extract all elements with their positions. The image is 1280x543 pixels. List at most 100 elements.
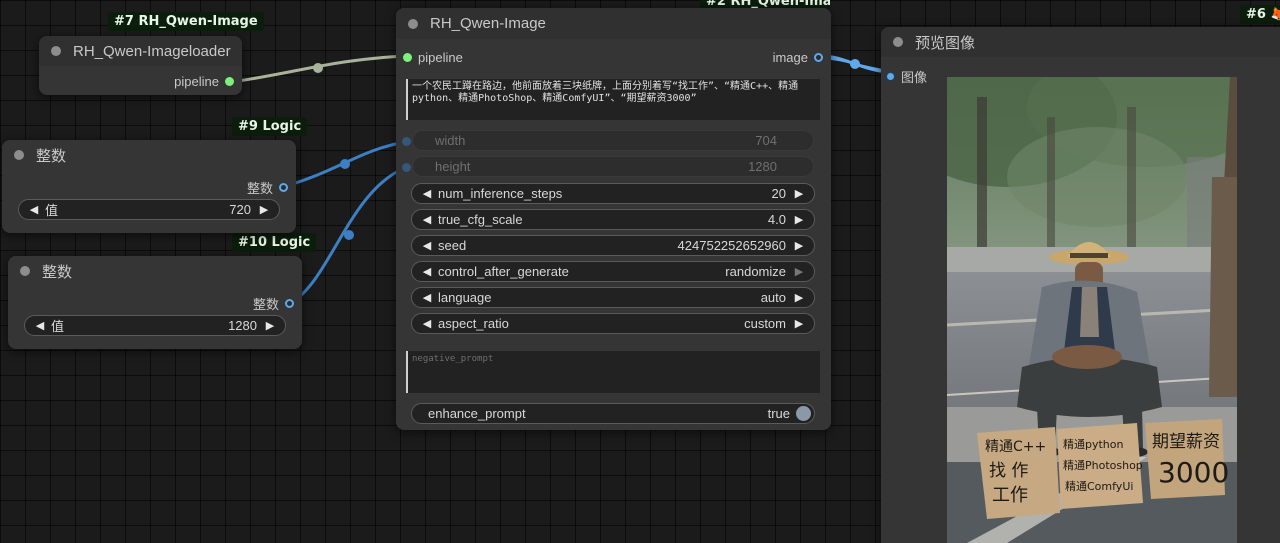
sign-1-line-3: 工作 — [992, 485, 1028, 506]
negative-prompt-textarea[interactable]: negative_prompt — [406, 351, 820, 393]
decrement-arrow-icon[interactable]: ◀ — [420, 187, 434, 200]
sign-2-line-1: 精通python — [1063, 438, 1124, 451]
widget-label: num_inference_steps — [438, 186, 563, 201]
increment-arrow-icon[interactable]: ▶ — [257, 203, 271, 216]
preview-node-title: 预览图像 — [915, 34, 976, 52]
widget-label: control_after_generate — [438, 264, 569, 279]
int-node-1-value-widget[interactable]: ◀ 值 720 ▶ — [18, 199, 280, 220]
decrement-arrow-icon[interactable]: ◀ — [420, 265, 434, 278]
node-badge-imageloader: #7 RH_Qwen-Image — [108, 12, 264, 31]
int-node-1-title: 整数 — [36, 147, 67, 165]
width-link-midpoint — [340, 159, 350, 169]
toggle-knob-icon[interactable] — [796, 406, 811, 421]
width-input-slot-icon[interactable] — [402, 137, 411, 146]
int-node-1[interactable]: 整数 整数 ◀ 值 720 ▶ — [2, 140, 296, 233]
collapse-dot-icon[interactable] — [408, 18, 418, 29]
int-node-2-value-widget[interactable]: ◀ 值 1280 ▶ — [24, 315, 286, 336]
widget-label: 值 — [45, 203, 59, 218]
preview-node-header[interactable]: 预览图像 — [881, 27, 1280, 57]
int-node-1-header[interactable]: 整数 — [2, 140, 296, 170]
decrement-arrow-icon[interactable]: ◀ — [27, 203, 41, 216]
int-node-1-output[interactable]: 整数 — [247, 178, 288, 197]
pipeline-link-midpoint — [313, 63, 323, 73]
increment-arrow-icon[interactable]: ▶ — [792, 265, 806, 278]
decrement-arrow-icon[interactable]: ◀ — [420, 239, 434, 252]
widget-label: seed — [438, 238, 467, 253]
increment-arrow-icon[interactable]: ▶ — [792, 213, 806, 226]
node-badge-int1: #9 Logic — [232, 117, 308, 136]
input-label: pipeline — [418, 50, 463, 65]
node-badge-preview: #6 🦊 — [1240, 5, 1280, 24]
imageloader-node[interactable]: RH_Qwen-Imageloader pipeline — [39, 36, 242, 95]
decrement-arrow-icon[interactable]: ◀ — [420, 213, 434, 226]
height-link-midpoint — [344, 230, 354, 240]
qwen-input-pipeline[interactable]: pipeline — [403, 50, 463, 65]
int-node-2[interactable]: 整数 整数 ◀ 值 1280 ▶ — [8, 256, 302, 349]
qwen-image-node[interactable]: RH_Qwen-Image pipeline image 一个农民工蹲在路边，他… — [396, 8, 831, 430]
preview-image: 精通C++ 找 作 工作 精通python 精通Photoshop 精通Comf… — [947, 77, 1237, 543]
qwen-output-image[interactable]: image — [773, 50, 823, 65]
imageloader-node-header[interactable]: RH_Qwen-Imageloader — [39, 36, 242, 66]
seed-widget[interactable]: ◀ seed 424752252652960 ▶ — [411, 235, 815, 256]
widget-label: true_cfg_scale — [438, 212, 523, 227]
increment-arrow-icon[interactable]: ▶ — [263, 319, 277, 332]
width-widget[interactable]: width 704 — [412, 130, 814, 151]
image-link-midpoint — [850, 59, 860, 69]
output-slot-icon[interactable] — [814, 53, 823, 62]
widget-value: custom — [744, 316, 786, 331]
output-slot-icon[interactable] — [225, 77, 234, 86]
increment-arrow-icon[interactable]: ▶ — [792, 239, 806, 252]
height-widget[interactable]: height 1280 — [412, 156, 814, 177]
increment-arrow-icon[interactable]: ▶ — [792, 317, 806, 330]
height-input-slot-icon[interactable] — [402, 163, 411, 172]
decrement-arrow-icon[interactable]: ◀ — [420, 317, 434, 330]
collapse-dot-icon[interactable] — [51, 46, 61, 56]
int-node-2-output[interactable]: 整数 — [253, 294, 294, 313]
output-label: pipeline — [174, 74, 219, 89]
widget-value: 720 — [229, 202, 251, 217]
input-slot-icon[interactable] — [886, 72, 895, 81]
true-cfg-scale-widget[interactable]: ◀ true_cfg_scale 4.0 ▶ — [411, 209, 815, 230]
widget-value: 20 — [771, 186, 786, 201]
collapse-dot-icon[interactable] — [20, 266, 30, 276]
widget-label: aspect_ratio — [438, 316, 509, 331]
increment-arrow-icon[interactable]: ▶ — [792, 291, 806, 304]
collapse-dot-icon[interactable] — [893, 37, 903, 47]
widget-label: height — [435, 159, 471, 174]
input-label: 图像 — [901, 70, 928, 85]
widget-label: enhance_prompt — [428, 406, 526, 421]
widget-value: 424752252652960 — [677, 238, 786, 253]
preview-input-image[interactable]: 图像 — [886, 67, 927, 86]
sign-1-line-1: 精通C++ — [985, 439, 1046, 455]
decrement-arrow-icon[interactable]: ◀ — [33, 319, 47, 332]
node-badge-int2: #10 Logic — [232, 233, 317, 252]
input-slot-icon[interactable] — [403, 53, 412, 62]
int-node-2-header[interactable]: 整数 — [8, 256, 302, 286]
prompt-textarea[interactable]: 一个农民工蹲在路边，他前面放着三块纸牌，上面分别着写“找工作”、“精通C++、精… — [406, 79, 820, 120]
aspect-ratio-widget[interactable]: ◀ aspect_ratio custom ▶ — [411, 313, 815, 334]
widget-value: 4.0 — [767, 212, 786, 227]
control-after-generate-widget[interactable]: ◀ control_after_generate randomize ▶ — [411, 261, 815, 282]
sign-3-line-2: 3000 — [1158, 456, 1229, 489]
preview-image-svg: 精通C++ 找 作 工作 精通python 精通Photoshop 精通Comf… — [947, 77, 1237, 543]
widget-value: 1280 — [748, 159, 777, 174]
output-slot-icon[interactable] — [285, 299, 294, 308]
increment-arrow-icon[interactable]: ▶ — [792, 187, 806, 200]
imageloader-output-pipeline[interactable]: pipeline — [174, 74, 234, 89]
sign-1-line-2: 找 作 — [989, 461, 1028, 481]
imageloader-node-title: RH_Qwen-Imageloader — [73, 42, 231, 60]
collapse-dot-icon[interactable] — [14, 150, 24, 160]
qwen-image-node-header[interactable]: RH_Qwen-Image — [396, 8, 831, 39]
widget-label: 值 — [51, 319, 65, 334]
decrement-arrow-icon[interactable]: ◀ — [420, 291, 434, 304]
widget-value: randomize — [725, 264, 786, 279]
enhance-prompt-toggle[interactable]: enhance_prompt true — [411, 403, 815, 424]
output-slot-icon[interactable] — [279, 183, 288, 192]
widget-label: width — [435, 133, 466, 148]
language-widget[interactable]: ◀ language auto ▶ — [411, 287, 815, 308]
num-inference-steps-widget[interactable]: ◀ num_inference_steps 20 ▶ — [411, 183, 815, 204]
widget-value: true — [767, 406, 790, 421]
widget-value: auto — [760, 290, 786, 305]
widget-value: 1280 — [228, 318, 257, 333]
sign-3-line-1: 期望薪资 — [1152, 432, 1220, 452]
